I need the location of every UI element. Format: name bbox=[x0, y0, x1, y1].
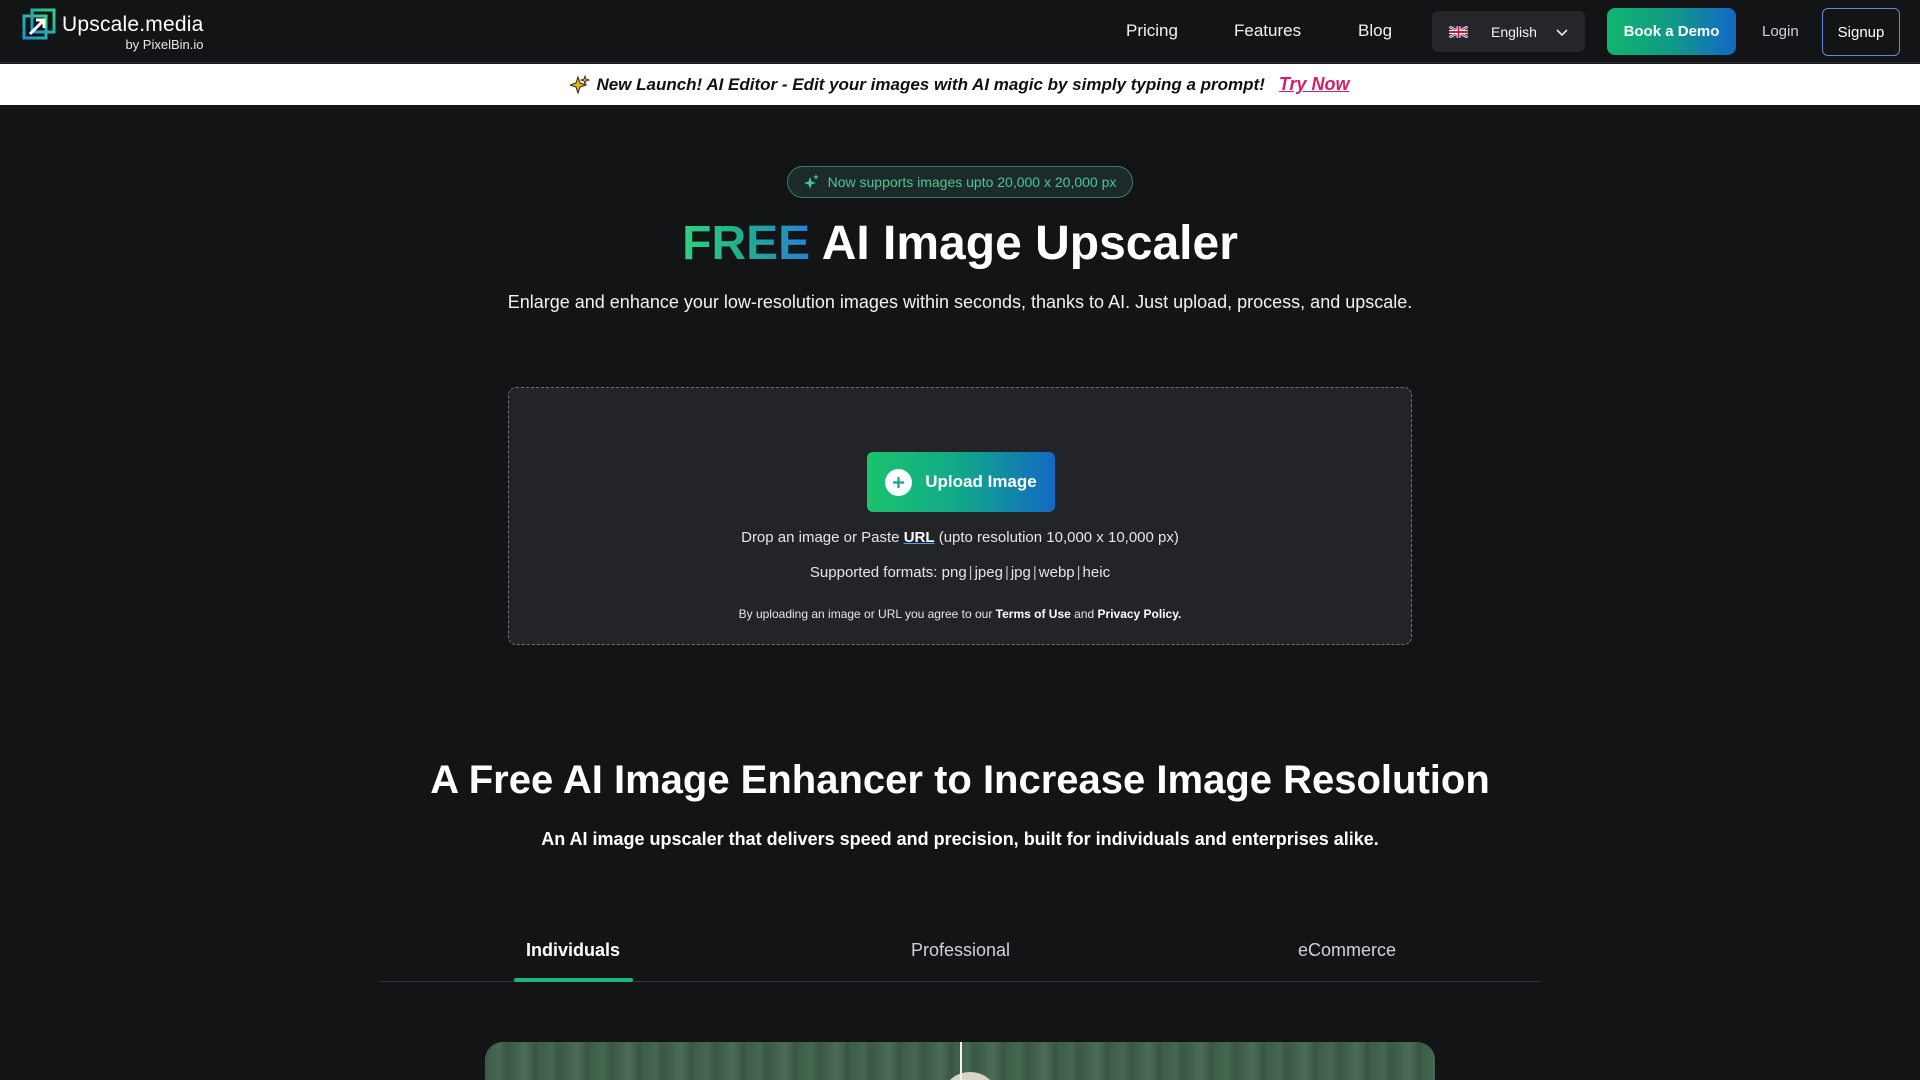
privacy-policy-link[interactable]: Privacy Policy. bbox=[1098, 607, 1182, 621]
active-tab-indicator bbox=[514, 978, 633, 982]
comparison-slider-handle[interactable] bbox=[960, 1042, 962, 1080]
paste-url-link[interactable]: URL bbox=[904, 529, 935, 546]
upload-image-button[interactable]: Upload Image bbox=[867, 452, 1055, 512]
language-label: English bbox=[1491, 23, 1537, 40]
nav-link-blog[interactable]: Blog bbox=[1358, 21, 1392, 41]
nav-link-pricing[interactable]: Pricing bbox=[1126, 21, 1178, 41]
logo-icon bbox=[22, 8, 56, 40]
upload-dropzone[interactable]: Upload Image Drop an image or Paste URL … bbox=[508, 387, 1412, 645]
hero-title-highlight: FREE bbox=[682, 217, 811, 270]
brand-name: Upscale.media bbox=[62, 13, 204, 36]
top-nav: Upscale.media by PixelBin.io Pricing Fea… bbox=[0, 0, 1920, 63]
terms-and: and bbox=[1070, 607, 1098, 621]
format-webp: webp bbox=[1038, 564, 1075, 581]
signup-button[interactable]: Signup bbox=[1822, 8, 1900, 56]
brand-logo[interactable]: Upscale.media by PixelBin.io bbox=[22, 8, 204, 51]
terms-of-use-link[interactable]: Terms of Use bbox=[996, 607, 1071, 621]
terms-notice: By uploading an image or URL you agree t… bbox=[509, 607, 1411, 621]
drop-instructions: Drop an image or Paste URL (upto resolut… bbox=[509, 529, 1411, 546]
login-link[interactable]: Login bbox=[1762, 23, 1799, 40]
language-selector[interactable]: English bbox=[1432, 11, 1585, 52]
section-title: A Free AI Image Enhancer to Increase Ima… bbox=[430, 758, 1490, 802]
tab-professional[interactable]: Professional bbox=[911, 940, 1010, 961]
format-heic: heic bbox=[1082, 564, 1111, 581]
formats-label: Supported formats: bbox=[809, 564, 942, 581]
format-jpeg: jpeg bbox=[974, 564, 1003, 581]
tab-ecommerce[interactable]: eCommerce bbox=[1298, 940, 1396, 961]
upload-image-label: Upload Image bbox=[925, 472, 1037, 491]
hero-title-rest: AI Image Upscaler bbox=[810, 217, 1238, 270]
drop-suffix: (upto resolution 10,000 x 10,000 px) bbox=[934, 529, 1179, 546]
hero-subtitle: Enlarge and enhance your low-resolution … bbox=[507, 292, 1413, 312]
format-png: png bbox=[941, 564, 967, 581]
before-after-preview[interactable] bbox=[485, 1042, 1435, 1080]
book-demo-button[interactable]: Book a Demo bbox=[1607, 8, 1736, 55]
audience-tabs: Individuals Professional eCommerce bbox=[380, 920, 1540, 982]
try-now-link[interactable]: Try Now bbox=[1279, 74, 1350, 95]
sparkle-icon bbox=[570, 74, 591, 95]
announcement-bar: New Launch! AI Editor - Edit your images… bbox=[0, 64, 1920, 105]
uk-flag-icon bbox=[1449, 25, 1468, 38]
resolution-badge: Now supports images upto 20,000 x 20,000… bbox=[787, 166, 1133, 198]
brand-by: by PixelBin.io bbox=[125, 37, 204, 52]
chevron-down-icon bbox=[1556, 28, 1568, 36]
tab-individuals[interactable]: Individuals bbox=[526, 940, 620, 961]
format-jpg: jpg bbox=[1010, 564, 1031, 581]
supported-formats: Supported formats: png | jpeg | jpg | webp | hei… bbox=[809, 564, 1111, 581]
plus-icon bbox=[885, 468, 913, 496]
hero-title: FREE AI Image Upscaler bbox=[0, 216, 1920, 271]
nav-link-features[interactable]: Features bbox=[1234, 21, 1301, 41]
sparkle-icon bbox=[803, 174, 819, 189]
section-subtitle: An AI image upscaler that delivers speed… bbox=[541, 829, 1379, 849]
drop-prefix: Drop an image or Paste bbox=[741, 529, 904, 546]
announcement-text: New Launch! AI Editor - Edit your images… bbox=[596, 74, 1265, 94]
resolution-badge-text: Now supports images upto 20,000 x 20,000… bbox=[827, 174, 1117, 190]
terms-prefix: By uploading an image or URL you agree t… bbox=[738, 607, 996, 621]
